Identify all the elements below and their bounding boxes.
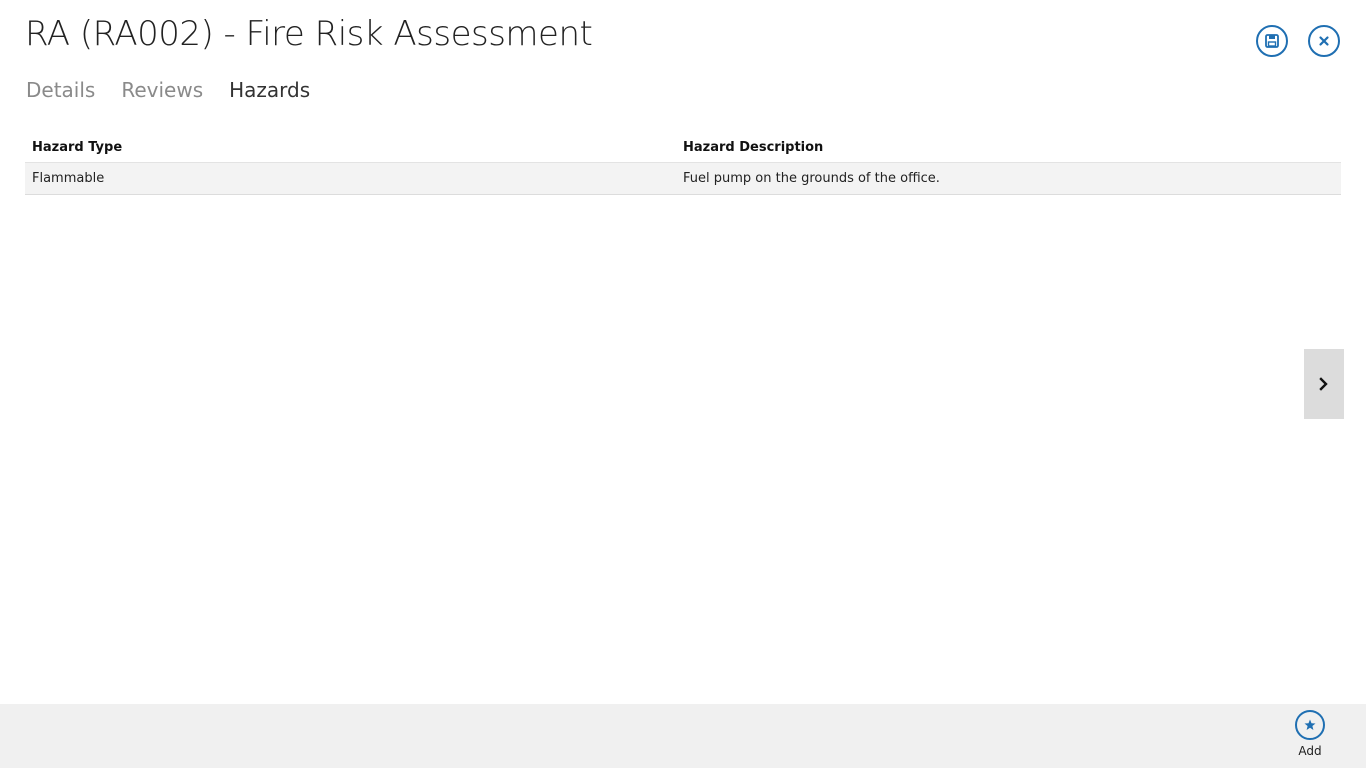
column-header-hazard-type[interactable]: Hazard Type [25,140,683,155]
page-title: RA (RA002) - Fire Risk Assessment [25,14,593,54]
page: RA (RA002) - Fire Risk Assessment Detail… [0,0,1366,768]
header-actions [1256,25,1340,57]
hazards-table: Hazard Type Hazard Description Flammable… [25,132,1341,195]
hazard-description-cell: Fuel pump on the grounds of the office. [683,171,940,186]
app-bar: Add [0,704,1366,768]
close-icon [1319,36,1329,46]
add-button[interactable]: Add [1290,710,1330,758]
star-icon [1304,719,1316,730]
hazard-type-cell: Flammable [32,171,105,186]
column-header-hazard-description[interactable]: Hazard Description [683,140,1341,155]
tab-hazards[interactable]: Hazards [229,78,310,102]
chevron-right-icon [1319,377,1328,391]
close-button[interactable] [1308,25,1340,57]
save-icon [1265,34,1279,48]
table-row[interactable]: Flammable Fuel pump on the grounds of th… [25,163,1341,195]
tab-details[interactable]: Details [26,78,95,102]
tab-bar: Details Reviews Hazards [26,78,310,102]
tab-reviews[interactable]: Reviews [121,78,203,102]
next-page-button[interactable] [1304,349,1344,419]
add-button-circle [1295,710,1325,740]
save-button[interactable] [1256,25,1288,57]
table-header: Hazard Type Hazard Description [25,132,1341,163]
add-button-label: Add [1298,744,1322,758]
